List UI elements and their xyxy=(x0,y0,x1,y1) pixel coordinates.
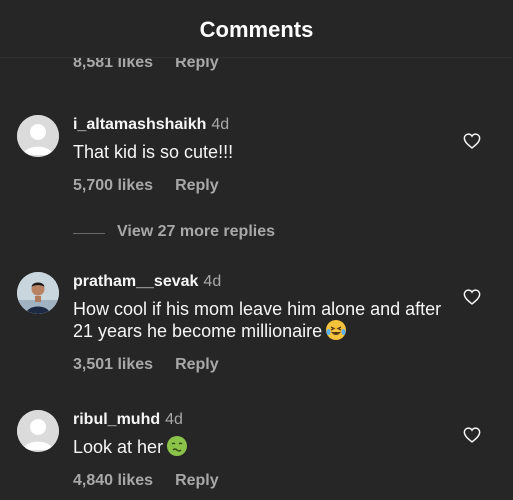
nauseated-face-emoji xyxy=(167,436,188,456)
header-divider xyxy=(0,57,513,58)
comment-body: ribul_muhd 4d Look at her 4,840 likes Repl… xyxy=(73,410,453,490)
likes-count[interactable]: 4,840 likes xyxy=(73,472,153,489)
comment-text: How cool if his mom leave him alone and … xyxy=(73,298,453,342)
comment-body: pratham__sevak 4d How cool if his mom lea… xyxy=(73,272,453,374)
heart-outline-icon[interactable] xyxy=(463,427,481,443)
comment-text: Look at her xyxy=(73,436,453,458)
page-title: Comments xyxy=(199,17,314,42)
view-replies-label[interactable]: View 27 more replies xyxy=(117,223,275,241)
comment-time: 4d xyxy=(165,411,183,428)
heart-outline-icon[interactable] xyxy=(463,133,481,149)
comment-text-content: How cool if his mom leave him alone and … xyxy=(73,299,442,341)
default-avatar-icon[interactable] xyxy=(17,410,59,452)
comment-text: That kid is so cute!!! xyxy=(73,142,234,162)
laughing-tears-emoji xyxy=(326,320,347,340)
header: Comments xyxy=(0,0,513,58)
profile-photo[interactable] xyxy=(17,272,59,314)
comment-time: 4d xyxy=(203,273,222,290)
username[interactable]: i_altamashshaikh xyxy=(73,116,206,133)
comment-text-content: Look at her xyxy=(73,437,164,457)
heart-outline-icon[interactable] xyxy=(463,289,481,305)
comment-body: i_altamashshaikh 4d That kid is so cute!!… xyxy=(73,115,453,195)
reply-button[interactable]: Reply xyxy=(175,472,219,489)
username[interactable]: ribul_muhd xyxy=(73,411,160,428)
replies-divider-line xyxy=(73,233,105,234)
default-avatar-icon[interactable] xyxy=(17,115,59,157)
reply-button[interactable]: Reply xyxy=(175,177,219,194)
reply-button[interactable]: Reply xyxy=(175,356,219,373)
username[interactable]: pratham__sevak xyxy=(73,273,198,290)
likes-count[interactable]: 5,700 likes xyxy=(73,177,153,194)
comment-time: 4d xyxy=(211,116,230,133)
likes-count[interactable]: 3,501 likes xyxy=(73,356,153,373)
